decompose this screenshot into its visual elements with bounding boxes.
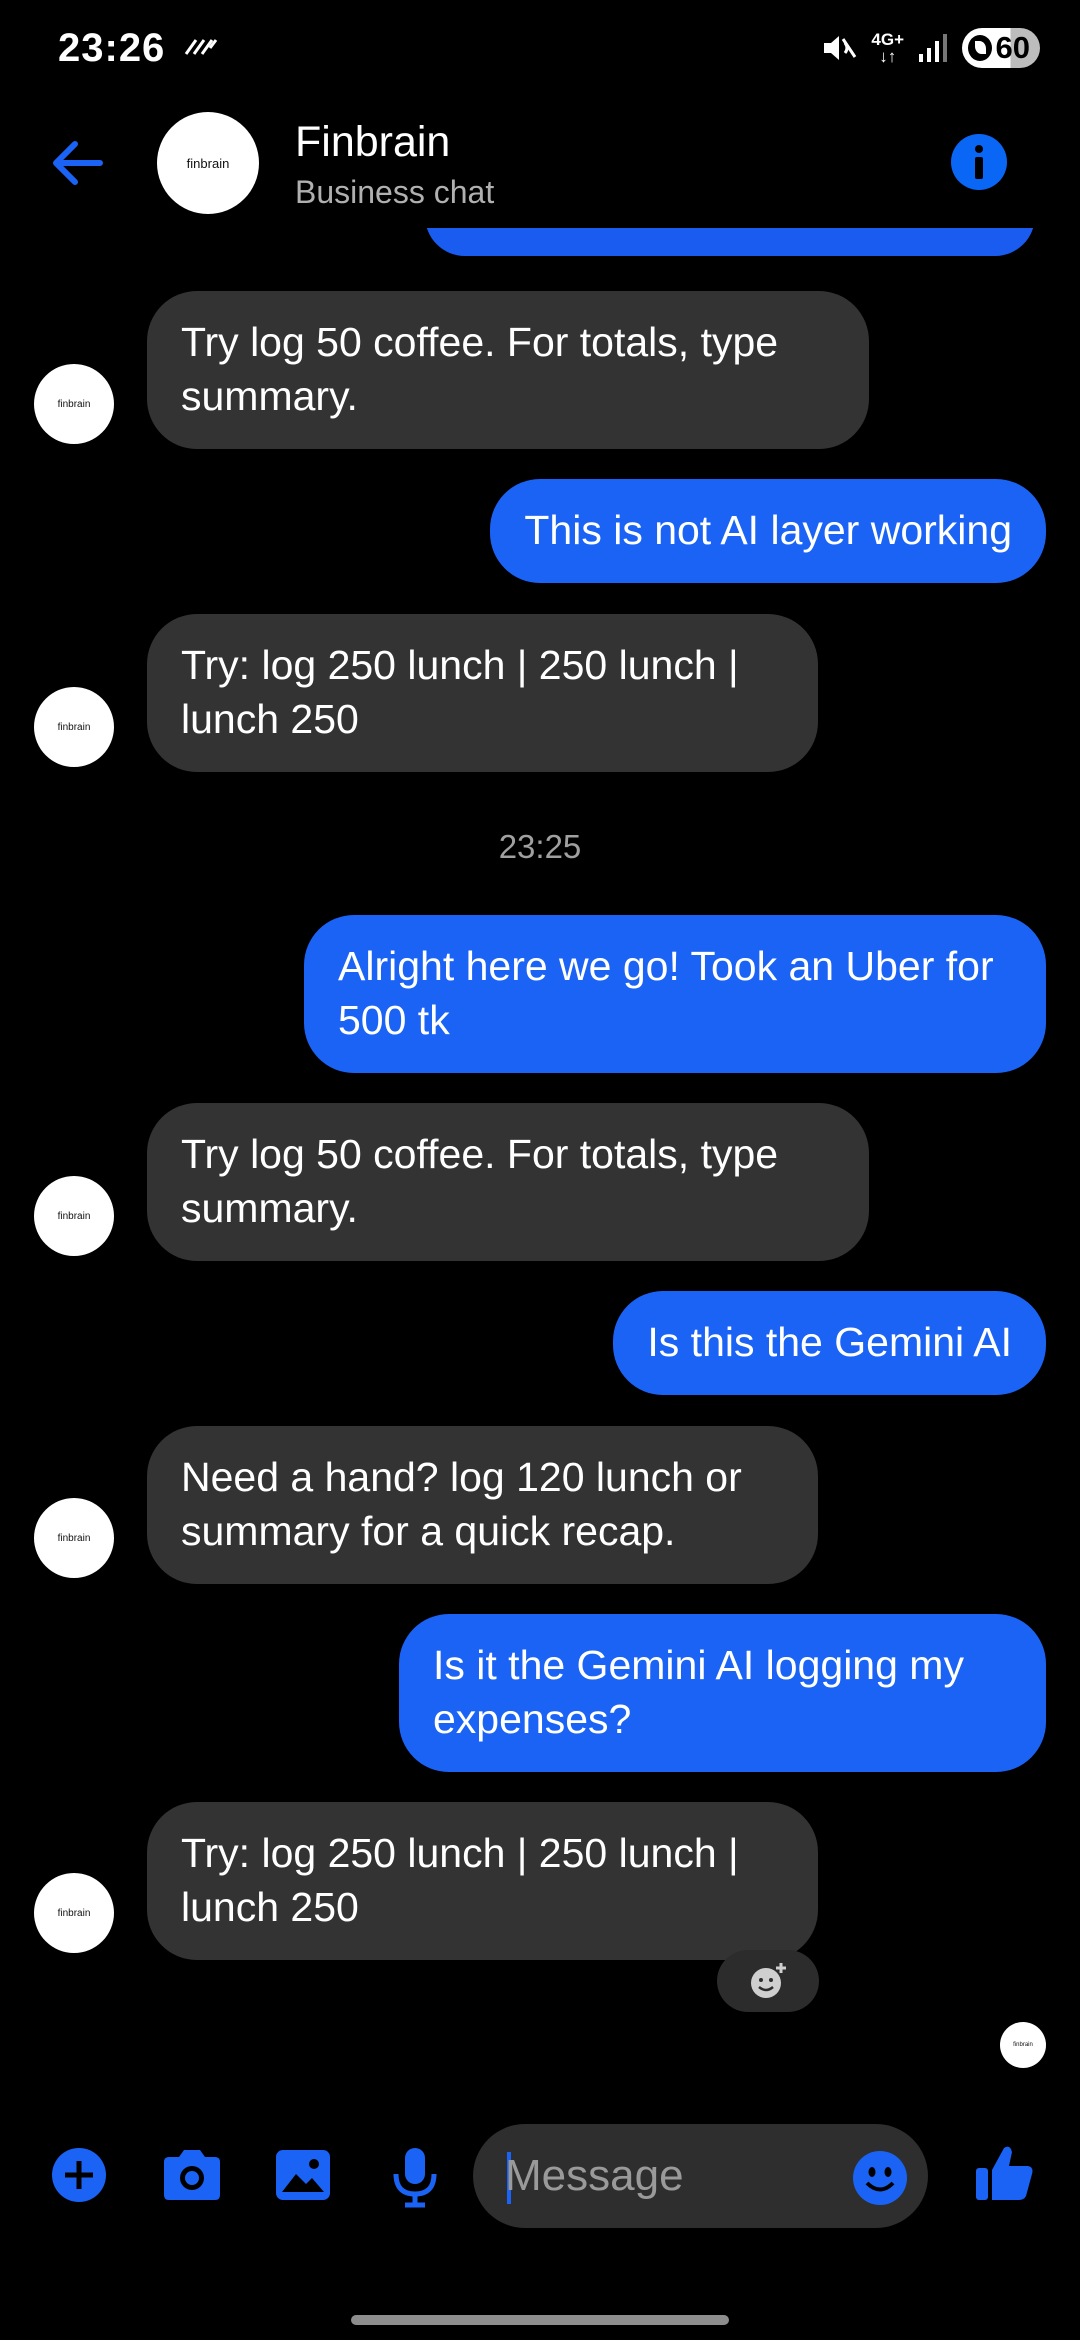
seen-indicator-avatar: finbrain (1000, 2022, 1046, 2068)
user-message[interactable]: Is it the Gemini AI logging my expenses? (399, 1614, 1046, 1772)
contact-avatar[interactable]: finbrain (157, 112, 259, 214)
message-input-field[interactable] (473, 2124, 928, 2228)
bot-avatar[interactable]: finbrain (34, 364, 114, 444)
user-message[interactable]: Is this the Gemini AI (613, 1291, 1046, 1395)
bot-message[interactable]: Try: log 250 lunch | 250 lunch | lunch 2… (147, 1802, 818, 1960)
user-message[interactable]: Alright here we go! Took an Uber for 500… (304, 915, 1046, 1073)
status-time: 23:26 (58, 26, 166, 70)
emoji-icon[interactable] (852, 2150, 908, 2206)
contact-name[interactable]: Finbrain (295, 118, 450, 167)
bot-message[interactable]: Need a hand? log 120 lunch or summary fo… (147, 1426, 818, 1584)
message-input[interactable] (505, 2142, 835, 2210)
info-icon (975, 145, 983, 179)
network-indicator: 4G+ ↓↑ (871, 30, 904, 66)
status-bar: 23:26 4G+ ↓↑ 60 (0, 0, 1080, 100)
back-arrow-icon[interactable] (48, 134, 106, 192)
bot-avatar[interactable]: finbrain (34, 1498, 114, 1578)
activity-icon (184, 39, 218, 55)
home-indicator[interactable] (351, 2315, 729, 2325)
bot-message[interactable]: Try: log 250 lunch | 250 lunch | lunch 2… (147, 614, 818, 772)
plus-circle-icon[interactable] (50, 2146, 108, 2204)
bot-message[interactable]: Try log 50 coffee. For totals, type summ… (147, 291, 869, 449)
signal-icon (919, 34, 947, 62)
battery-indicator: 60 (962, 28, 1040, 68)
battery-saver-icon (968, 35, 992, 61)
image-icon[interactable] (274, 2146, 332, 2204)
message-composer (0, 2120, 1080, 2240)
bot-message[interactable]: Try log 50 coffee. For totals, type summ… (147, 1103, 869, 1261)
user-message[interactable]: This is not AI layer working (490, 479, 1046, 583)
add-reaction-button[interactable] (717, 1950, 819, 2012)
add-reaction-icon (751, 1963, 786, 1998)
chat-header: finbrain Finbrain Business chat (0, 100, 1080, 228)
message-timestamp: 23:25 (498, 828, 582, 865)
camera-icon[interactable] (160, 2146, 224, 2204)
microphone-icon[interactable] (392, 2146, 438, 2208)
contact-subtitle: Business chat (295, 174, 495, 210)
bot-avatar[interactable]: finbrain (34, 1176, 114, 1256)
mute-icon (824, 36, 857, 60)
info-button[interactable] (951, 134, 1007, 190)
bot-avatar[interactable]: finbrain (34, 1873, 114, 1953)
bot-avatar[interactable]: finbrain (34, 687, 114, 767)
thumbs-up-icon[interactable] (974, 2142, 1036, 2204)
